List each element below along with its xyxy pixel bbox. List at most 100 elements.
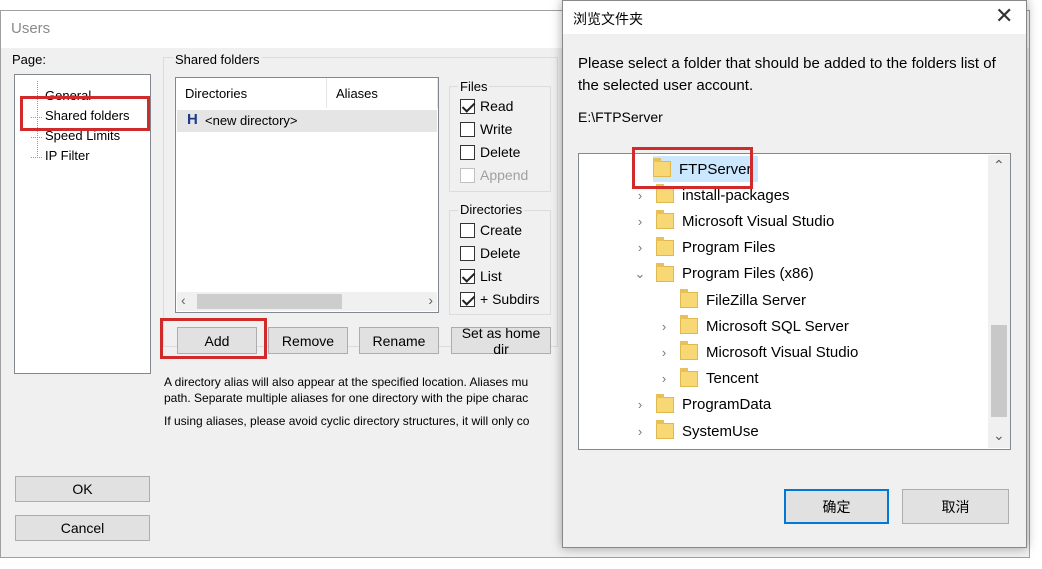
folder-icon bbox=[656, 184, 674, 204]
help-text-line: If using aliases, please avoid cyclic di… bbox=[164, 414, 530, 428]
checkbox-read[interactable]: Read bbox=[460, 98, 513, 114]
chevron-right-icon[interactable]: › bbox=[658, 319, 670, 334]
folder-item[interactable]: › Microsoft Visual Studio bbox=[634, 208, 834, 234]
checkbox-label: Delete bbox=[480, 245, 521, 261]
rename-button[interactable]: Rename bbox=[359, 327, 439, 354]
checkbox-box[interactable] bbox=[460, 98, 475, 114]
checkbox-box[interactable] bbox=[460, 144, 475, 160]
folder-icon bbox=[656, 420, 674, 439]
folder-item[interactable]: › SystemUse bbox=[634, 418, 759, 444]
folder-icon bbox=[656, 210, 674, 230]
folder-name: Tencent bbox=[706, 370, 759, 388]
cancel-button[interactable]: Cancel bbox=[15, 515, 150, 541]
checkbox-label: Write bbox=[480, 121, 513, 137]
scroll-right-icon[interactable]: › bbox=[428, 292, 433, 308]
chevron-right-icon[interactable]: › bbox=[634, 424, 646, 439]
checkbox-label: Read bbox=[480, 98, 514, 114]
folder-item[interactable]: › Microsoft SQL Server bbox=[658, 313, 849, 339]
folder-name: SystemUse bbox=[682, 422, 759, 440]
set-home-dir-button[interactable]: Set as home dir bbox=[451, 325, 551, 357]
folder-item[interactable]: › ProgramData bbox=[634, 392, 771, 418]
browse-dialog-title: 浏览文件夹 bbox=[573, 11, 643, 27]
remove-button[interactable]: Remove bbox=[268, 327, 348, 354]
folder-tree[interactable]: FTPServer › install-packages › Microsoft Vis… bbox=[578, 153, 1011, 450]
confirm-button[interactable]: 确定 bbox=[784, 489, 889, 524]
vertical-scrollbar[interactable]: ⌃ ⌄ bbox=[988, 155, 1010, 448]
checkbox-label: List bbox=[480, 268, 502, 284]
directories-group-title: Directories bbox=[458, 202, 525, 217]
folder-name: Microsoft Visual Studio bbox=[682, 212, 835, 230]
cancel-browse-button[interactable]: 取消 bbox=[902, 489, 1009, 524]
folder-name: Program Files (x86) bbox=[682, 265, 814, 283]
folder-icon bbox=[656, 393, 674, 413]
checkbox-create[interactable]: Create bbox=[460, 222, 522, 238]
folder-item[interactable]: FTPServer bbox=[653, 156, 758, 182]
checkbox-box[interactable] bbox=[460, 245, 475, 261]
chevron-right-icon[interactable]: › bbox=[634, 240, 646, 255]
directory-name: <new directory> bbox=[205, 113, 298, 128]
page-item-shared-folders[interactable]: Shared folders bbox=[31, 108, 130, 123]
chevron-down-icon[interactable]: ⌄ bbox=[634, 266, 646, 282]
scroll-left-icon[interactable]: ‹ bbox=[181, 292, 186, 308]
folder-name: ProgramData bbox=[682, 396, 772, 414]
checkbox-delete[interactable]: Delete bbox=[460, 245, 520, 261]
browse-titlebar[interactable]: 浏览文件夹 ✕ bbox=[563, 1, 1026, 34]
chevron-right-icon[interactable]: › bbox=[658, 371, 670, 386]
page-item-speed-limits[interactable]: Speed Limits bbox=[30, 128, 120, 143]
shared-folders-label: Shared folders bbox=[173, 52, 262, 67]
checkbox-box bbox=[460, 167, 475, 183]
column-header-aliases[interactable]: Aliases bbox=[327, 78, 438, 108]
folder-name: install-packages bbox=[682, 186, 790, 204]
folder-name: FTPServer bbox=[679, 160, 752, 178]
folder-item[interactable]: FileZilla Server bbox=[658, 287, 806, 313]
checkbox-write[interactable]: Write bbox=[460, 121, 512, 137]
scroll-up-icon[interactable]: ⌃ bbox=[993, 157, 1005, 174]
folder-icon bbox=[680, 289, 698, 308]
help-text-line: A directory alias will also appear at th… bbox=[164, 375, 529, 389]
folder-item[interactable]: › Microsoft Visual Studio bbox=[658, 339, 858, 365]
browse-instructions: Please select a folder that should be ad… bbox=[578, 55, 996, 94]
scroll-thumb[interactable] bbox=[197, 294, 342, 309]
users-dialog-title: Users bbox=[11, 20, 51, 37]
directories-list[interactable]: Directories Aliases H <new directory> ‹ … bbox=[175, 77, 439, 313]
scroll-down-icon[interactable]: ⌄ bbox=[993, 427, 1005, 444]
folder-item[interactable]: › Tencent bbox=[658, 366, 759, 392]
folder-name: FileZilla Server bbox=[706, 291, 807, 309]
ok-button[interactable]: OK bbox=[15, 476, 150, 502]
folder-icon bbox=[680, 315, 698, 335]
tree-connector bbox=[37, 81, 38, 156]
help-text-line: path. Separate multiple aliases for one … bbox=[164, 391, 529, 405]
scroll-thumb[interactable] bbox=[991, 325, 1007, 417]
close-icon[interactable]: ✕ bbox=[995, 3, 1013, 29]
checkbox-box[interactable] bbox=[460, 121, 475, 137]
browse-folder-dialog: 浏览文件夹 ✕ Please select a folder that shou… bbox=[562, 0, 1027, 548]
checkbox-label: Append bbox=[480, 167, 529, 183]
checkbox-subdirs[interactable]: + Subdirs bbox=[460, 291, 540, 307]
chevron-right-icon[interactable]: › bbox=[634, 397, 646, 412]
folder-item[interactable]: › install-packages bbox=[634, 182, 790, 208]
checkbox-delete[interactable]: Delete bbox=[460, 144, 520, 160]
folder-icon bbox=[680, 341, 698, 361]
folder-item[interactable]: › Program Files bbox=[634, 235, 775, 261]
column-header-directories[interactable]: Directories bbox=[176, 78, 327, 108]
files-group-title: Files bbox=[458, 79, 490, 94]
home-directory-icon: H bbox=[187, 111, 198, 128]
chevron-right-icon[interactable]: › bbox=[658, 345, 670, 360]
folder-icon bbox=[680, 367, 698, 387]
folder-name: Microsoft Visual Studio bbox=[706, 343, 859, 361]
folder-icon bbox=[656, 262, 674, 282]
page-item-general[interactable]: General bbox=[30, 88, 91, 103]
checkbox-box[interactable] bbox=[460, 291, 475, 307]
page-item-ip-filter[interactable]: IP Filter bbox=[31, 148, 90, 163]
chevron-right-icon[interactable]: › bbox=[634, 188, 646, 203]
checkbox-box[interactable] bbox=[460, 268, 475, 284]
folder-item[interactable]: ⌄ Program Files (x86) bbox=[634, 261, 814, 287]
checkbox-box[interactable] bbox=[460, 222, 475, 238]
add-button[interactable]: Add bbox=[177, 327, 257, 354]
folder-name: Program Files bbox=[682, 239, 776, 257]
checkbox-list[interactable]: List bbox=[460, 268, 502, 284]
directory-row[interactable]: H <new directory> bbox=[177, 110, 437, 132]
horizontal-scrollbar[interactable]: ‹ › bbox=[177, 292, 437, 311]
checkbox-label: + Subdirs bbox=[480, 291, 540, 307]
chevron-right-icon[interactable]: › bbox=[634, 214, 646, 229]
